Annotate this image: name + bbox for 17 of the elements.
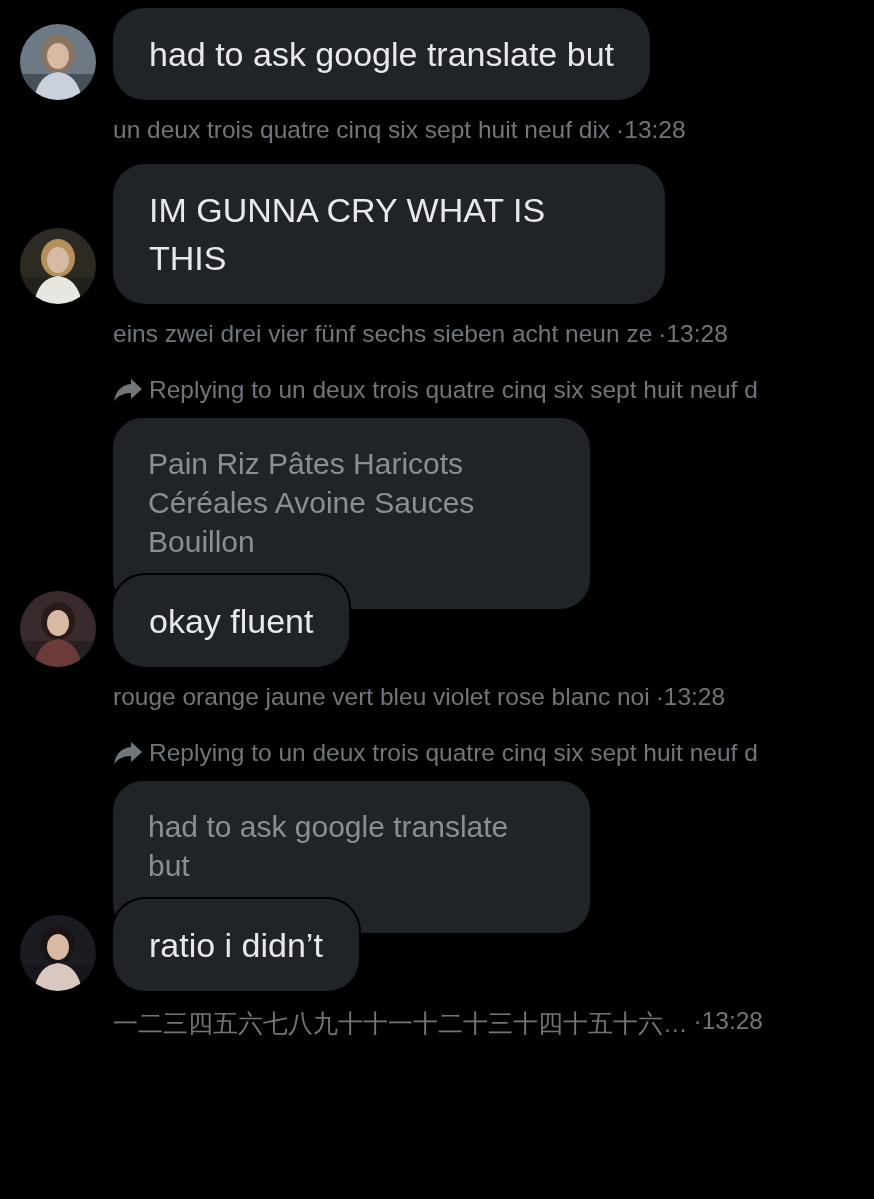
message-bubble: IM GUNNA CRY WHAT IS THIS xyxy=(113,164,665,304)
sender-name: rouge orange jaune vert bleu violet rose blanc noi xyxy=(113,683,650,711)
message-bubble: ratio i didn’t xyxy=(113,899,359,991)
message-time: ·13:28 xyxy=(693,1007,763,1036)
replying-to-text: Replying to un deux trois quatre cinq six sept huit neuf d xyxy=(149,739,758,767)
reply-arrow-icon xyxy=(113,741,143,765)
replying-to-text: Replying to un deux trois quatre cinq six sept huit neuf d xyxy=(149,376,758,404)
sender-name: 一二三四五六七八九十十一十二十三十四十五十六… xyxy=(113,1009,688,1039)
message-time: ·13:28 xyxy=(655,683,726,711)
quoted-message: Pain Riz Pâtes Haricots Céréales Avoine Sauces Bouillon xyxy=(113,418,590,609)
message-bubble: okay fluent xyxy=(113,575,350,667)
sender-name: eins zwei drei vier fünf sechs sieben acht neun ze xyxy=(113,320,653,348)
sender-name: un deux trois quatre cinq six sept huit neuf dix xyxy=(113,116,611,144)
message-time: ·13:28 xyxy=(658,320,728,348)
reply-arrow-icon xyxy=(113,378,143,402)
message-time: ·13:28 xyxy=(616,116,686,144)
message-bubble: had to ask google translate but xyxy=(113,8,650,100)
